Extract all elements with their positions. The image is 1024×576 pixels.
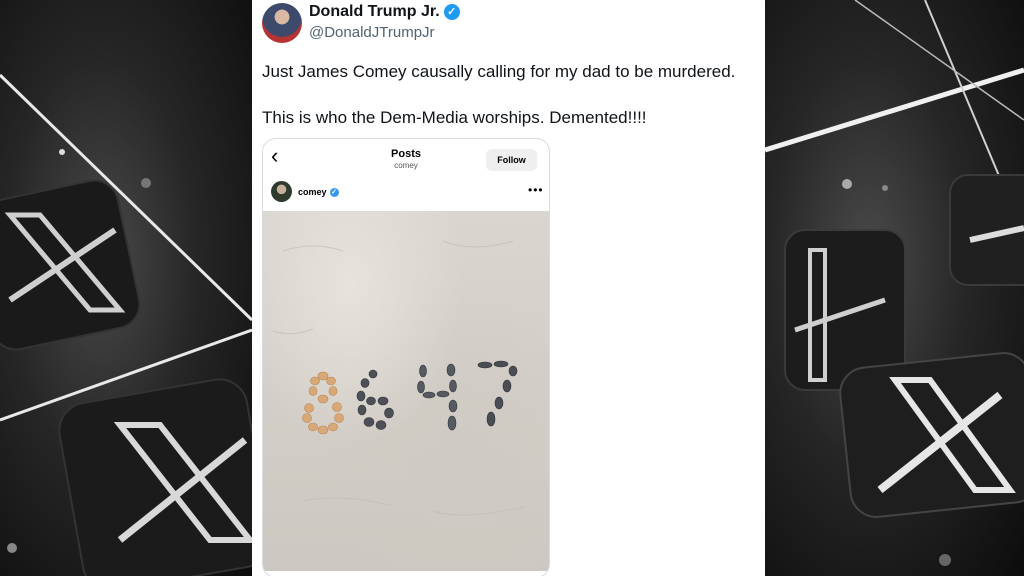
background-left <box>0 0 252 576</box>
digit-7-stones <box>477 360 518 427</box>
digit-6-stones <box>356 369 394 430</box>
more-horizontal-icon: ••• <box>528 183 544 197</box>
author-handle[interactable]: @DonaldJTrumpJr <box>309 24 435 41</box>
display-name[interactable]: Donald Trump Jr. <box>309 3 440 21</box>
shells-in-sand <box>272 240 524 516</box>
ig-follow-button: Follow <box>486 149 537 171</box>
tweet-text-line-1: Just James Comey causally calling for my… <box>262 62 736 81</box>
background-right <box>765 0 1024 576</box>
sand-texture <box>272 240 524 516</box>
tweet-text-line-2: This is who the Dem-Media worships. Deme… <box>262 108 647 127</box>
x-logo-decor-left <box>0 73 252 576</box>
author-row: Donald Trump Jr. ✓ <box>309 3 460 21</box>
verified-badge-icon: ✓ <box>443 4 460 20</box>
x-logo-decor-right <box>765 0 1024 566</box>
avatar[interactable] <box>262 3 302 43</box>
attached-image[interactable]: ‹ Posts comey Follow comey ✓ ••• <box>262 138 550 576</box>
tweet-card: Donald Trump Jr. ✓ @DonaldJTrumpJr Just … <box>252 0 765 576</box>
ig-header: ‹ Posts comey Follow <box>263 139 549 173</box>
sand-photo <box>263 211 549 571</box>
digit-8-shells <box>302 371 344 435</box>
ig-verified-badge-icon: ✓ <box>329 188 339 198</box>
ig-username-text: comey <box>298 187 327 197</box>
ig-avatar <box>271 181 292 202</box>
digit-4-stones <box>417 363 458 431</box>
ig-user-row: comey ✓ ••• <box>263 173 549 211</box>
ig-username: comey ✓ <box>298 187 339 198</box>
